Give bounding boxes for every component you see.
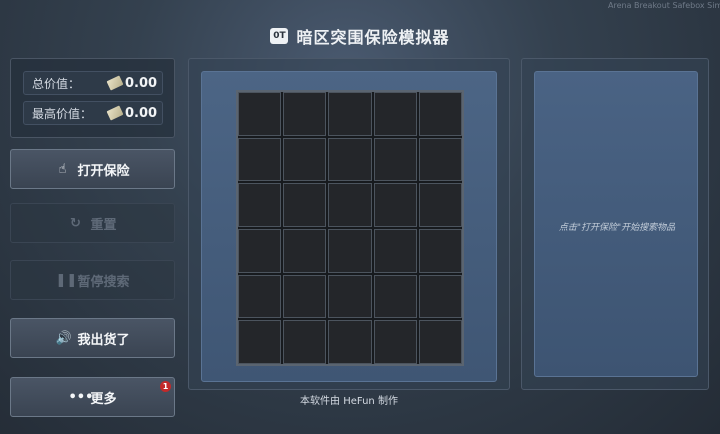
stats-panel: 总价值： 0.00 最高价值： 0.00	[10, 58, 175, 138]
sold-label: 我出货了	[77, 332, 130, 348]
grid-cell[interactable]	[328, 92, 372, 136]
more-label: 更多	[90, 391, 117, 407]
reset-label: 重置	[90, 217, 117, 233]
safebox-grid	[236, 90, 464, 366]
cash-icon	[106, 105, 124, 121]
item-list-area: 点击"打开保险"开始搜索物品	[534, 71, 698, 377]
grid-cell[interactable]	[238, 229, 282, 273]
grid-cell[interactable]	[328, 320, 372, 364]
grid-cell[interactable]	[283, 92, 327, 136]
open-safe-label: 打开保险	[77, 163, 130, 179]
safebox-panel	[188, 58, 510, 390]
hand-pointer-icon: ☝	[58, 161, 67, 177]
total-value-label: 总价值：	[32, 76, 81, 91]
grid-cell[interactable]	[418, 274, 462, 319]
total-value-row: 总价值： 0.00	[23, 71, 163, 95]
speaker-icon: 🔊	[55, 330, 72, 346]
sold-button[interactable]: 🔊 我出货了	[10, 318, 175, 358]
more-button[interactable]: ••• 更多 1	[10, 377, 175, 417]
pause-search-button[interactable]: ❚❚ 暂停搜索	[10, 260, 175, 300]
item-panel: 点击"打开保险"开始搜索物品	[521, 58, 709, 390]
grid-cell[interactable]	[328, 229, 372, 273]
grid-cell[interactable]	[418, 229, 462, 273]
notification-badge: 1	[160, 381, 171, 392]
grid-cell[interactable]	[418, 183, 462, 227]
grid-cell[interactable]	[418, 92, 462, 136]
app-logo-icon: 0T	[270, 28, 289, 44]
grid-cell[interactable]	[283, 320, 327, 364]
grid-cell[interactable]	[418, 320, 462, 364]
grid-cell[interactable]	[418, 137, 462, 182]
grid-cell[interactable]	[373, 92, 417, 136]
refresh-icon: ↻	[70, 215, 81, 231]
grid-cell[interactable]	[373, 320, 417, 364]
cash-icon	[106, 75, 124, 91]
max-value: 0.00	[125, 105, 158, 121]
grid-cell[interactable]	[373, 274, 417, 319]
watermark: Arena Breakout Safebox Sim	[608, 1, 720, 10]
grid-cell[interactable]	[373, 229, 417, 273]
ellipsis-icon: •••	[68, 389, 94, 405]
max-value-label: 最高价值：	[32, 106, 93, 121]
search-hint: 点击"打开保险"开始搜索物品	[558, 223, 676, 233]
grid-cell[interactable]	[238, 92, 282, 136]
grid-cell[interactable]	[328, 274, 372, 319]
grid-cell[interactable]	[238, 274, 282, 319]
reset-button[interactable]: ↻ 重置	[10, 203, 175, 243]
app-header: 0T 暗区突围保险模拟器	[0, 24, 720, 48]
open-safe-button[interactable]: ☝ 打开保险	[10, 149, 175, 189]
grid-cell[interactable]	[283, 137, 327, 182]
grid-cell[interactable]	[238, 183, 282, 227]
total-value: 0.00	[125, 75, 158, 91]
grid-cell[interactable]	[373, 137, 417, 182]
credit-text: 本软件由 HeFun 制作	[300, 396, 398, 407]
safebox-frame	[201, 71, 497, 382]
grid-cell[interactable]	[238, 137, 282, 182]
grid-cell[interactable]	[238, 320, 282, 364]
pause-icon: ❚❚	[55, 272, 78, 288]
grid-cell[interactable]	[283, 183, 327, 227]
grid-cell[interactable]	[328, 183, 372, 227]
page-title: 暗区突围保险模拟器	[296, 28, 450, 47]
grid-cell[interactable]	[328, 137, 372, 182]
grid-cell[interactable]	[283, 274, 327, 319]
grid-cell[interactable]	[283, 229, 327, 273]
pause-search-label: 暂停搜索	[77, 274, 130, 290]
max-value-row: 最高价值： 0.00	[23, 101, 163, 125]
grid-cell[interactable]	[373, 183, 417, 227]
